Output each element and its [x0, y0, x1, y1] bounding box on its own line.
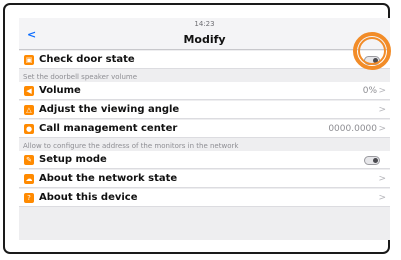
row-label: About the network state: [39, 173, 178, 184]
section-header-speaker: Set the doorbell speaker volume: [23, 73, 138, 81]
chevron-right-icon: >: [378, 104, 386, 115]
row-label: Call management center: [39, 123, 178, 134]
door-icon: ▣: [24, 54, 34, 65]
navigation-bar: 14:23 < Modify: [19, 18, 390, 50]
page-title: Modify: [183, 33, 226, 46]
section-header-network: Allow to configure the address of the mo…: [23, 142, 239, 150]
screen: 14:23 < Modify ▣ Check door state Set th…: [19, 18, 390, 240]
row-about-this-device[interactable]: ? About this device >: [19, 189, 390, 207]
row-label: About this device: [39, 192, 138, 203]
cloud-icon: ☁: [24, 173, 34, 184]
row-adjust-viewing-angle[interactable]: △ Adjust the viewing angle >: [19, 101, 390, 119]
highlight-inner-circle: [358, 37, 386, 65]
call-center-value: 0000.0000: [328, 123, 377, 134]
row-about-network-state[interactable]: ☁ About the network state >: [19, 170, 390, 188]
row-label: Check door state: [39, 54, 135, 65]
chevron-right-icon: >: [378, 173, 386, 184]
speaker-icon: ◀: [24, 85, 34, 96]
row-label: Setup mode: [39, 154, 107, 165]
triangle-icon: △: [24, 104, 34, 115]
question-icon: ?: [24, 192, 34, 203]
row-call-management-center[interactable]: ● Call management center 0000.0000 >: [19, 120, 390, 138]
person-icon: ●: [24, 123, 34, 134]
row-setup-mode[interactable]: ✎ Setup mode: [19, 151, 390, 169]
wrench-icon: ✎: [24, 154, 34, 165]
row-label: Volume: [39, 85, 81, 96]
row-volume[interactable]: ◀ Volume 0% >: [19, 82, 390, 100]
chevron-right-icon: >: [378, 85, 386, 96]
status-time: 14:23: [194, 20, 215, 28]
chevron-right-icon: >: [378, 192, 386, 203]
row-check-door-state[interactable]: ▣ Check door state: [19, 51, 390, 69]
setup-mode-toggle[interactable]: [364, 156, 380, 165]
chevron-right-icon: >: [378, 123, 386, 134]
volume-value: 0%: [362, 85, 377, 96]
row-label: Adjust the viewing angle: [39, 104, 180, 115]
